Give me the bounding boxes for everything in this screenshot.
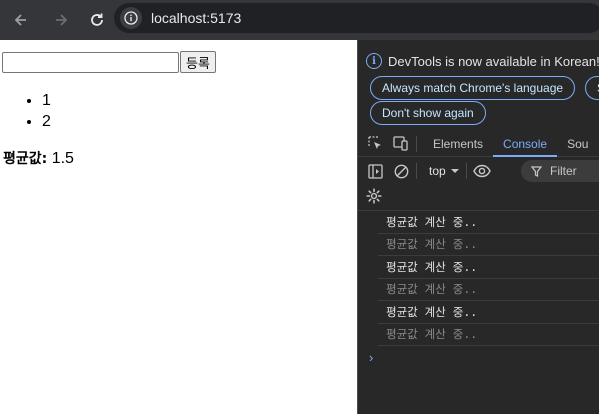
console-message: 평균값 계산 중..	[378, 301, 599, 324]
toolbar-separator	[465, 163, 467, 179]
console-message: 평균값 계산 중..	[378, 234, 599, 256]
reload-icon	[91, 13, 103, 26]
clear-console-button[interactable]	[392, 162, 410, 180]
number-form: 등록	[2, 51, 216, 73]
filter-icon	[531, 165, 542, 177]
reload-button[interactable]	[86, 9, 108, 31]
forward-arrow-icon	[56, 14, 68, 26]
language-infobar: i DevTools is now available in Korean! A…	[358, 40, 599, 129]
device-mode-icon	[393, 136, 408, 151]
average-value: 1.5	[51, 150, 74, 167]
address-bar[interactable]: localhost:5173	[114, 3, 599, 33]
toggle-sidebar-button[interactable]	[366, 162, 384, 180]
devtools-panel: i DevTools is now available in Korean! A…	[357, 40, 599, 414]
clear-icon	[394, 164, 408, 178]
average-label: 평균값:	[3, 151, 48, 167]
context-selector[interactable]: top	[429, 164, 460, 178]
tab-elements[interactable]: Elements	[423, 131, 493, 157]
dont-show-again-button[interactable]: Don't show again	[370, 101, 486, 125]
dropdown-arrow-icon	[450, 169, 459, 173]
console-output: 평균값 계산 중.. 평균값 계산 중.. 평균값 계산 중.. 평균값 계산 …	[358, 210, 599, 346]
console-toolbar: top Filter	[358, 158, 599, 184]
tab-console[interactable]: Console	[493, 131, 558, 157]
site-info-icon	[124, 11, 138, 25]
eye-icon	[472, 164, 491, 178]
browser-toolbar: localhost:5173	[0, 0, 599, 40]
forward-button[interactable]	[50, 9, 72, 31]
filter-placeholder: Filter	[550, 164, 577, 178]
infobar-message: i DevTools is now available in Korean!	[366, 53, 599, 69]
devtools-tabbar: Elements Console Sou	[358, 131, 599, 157]
gear-icon	[366, 188, 382, 204]
number-list: 1 2	[0, 90, 51, 132]
inspect-element-button[interactable]	[366, 135, 384, 153]
average-display: 평균값: 1.5	[3, 148, 74, 168]
device-toolbar-button[interactable]	[392, 135, 410, 153]
register-button[interactable]: 등록	[180, 51, 216, 73]
back-button[interactable]	[10, 9, 32, 31]
list-item: 2	[42, 111, 51, 132]
number-input[interactable]	[2, 51, 179, 73]
match-language-button[interactable]: Always match Chrome's language	[370, 76, 576, 100]
console-prompt-icon[interactable]: ›	[369, 350, 373, 365]
back-arrow-icon	[14, 14, 26, 26]
tab-sources[interactable]: Sou	[557, 131, 598, 157]
console-filter-input[interactable]: Filter	[521, 160, 599, 182]
live-expression-button[interactable]	[472, 162, 491, 180]
page-viewport: 등록 1 2 평균값: 1.5	[0, 40, 357, 414]
console-message: 평균값 계산 중..	[378, 279, 599, 301]
tab-separator	[416, 135, 417, 152]
url-text: localhost:5173	[151, 10, 242, 26]
sidebar-icon	[367, 163, 383, 179]
list-item: 1	[42, 90, 51, 111]
toolbar-separator	[416, 163, 417, 179]
switch-language-button[interactable]: S	[585, 76, 599, 100]
inspect-icon	[367, 136, 381, 149]
infobar-text: DevTools is now available in Korean!	[388, 53, 599, 69]
console-message: 평균값 계산 중..	[378, 211, 599, 234]
site-info-button[interactable]	[120, 7, 142, 29]
context-label: top	[429, 164, 446, 178]
console-settings-button[interactable]	[366, 188, 382, 207]
console-message: 평균값 계산 중..	[378, 324, 599, 346]
console-message: 평균값 계산 중..	[378, 256, 599, 279]
info-icon: i	[366, 53, 382, 69]
